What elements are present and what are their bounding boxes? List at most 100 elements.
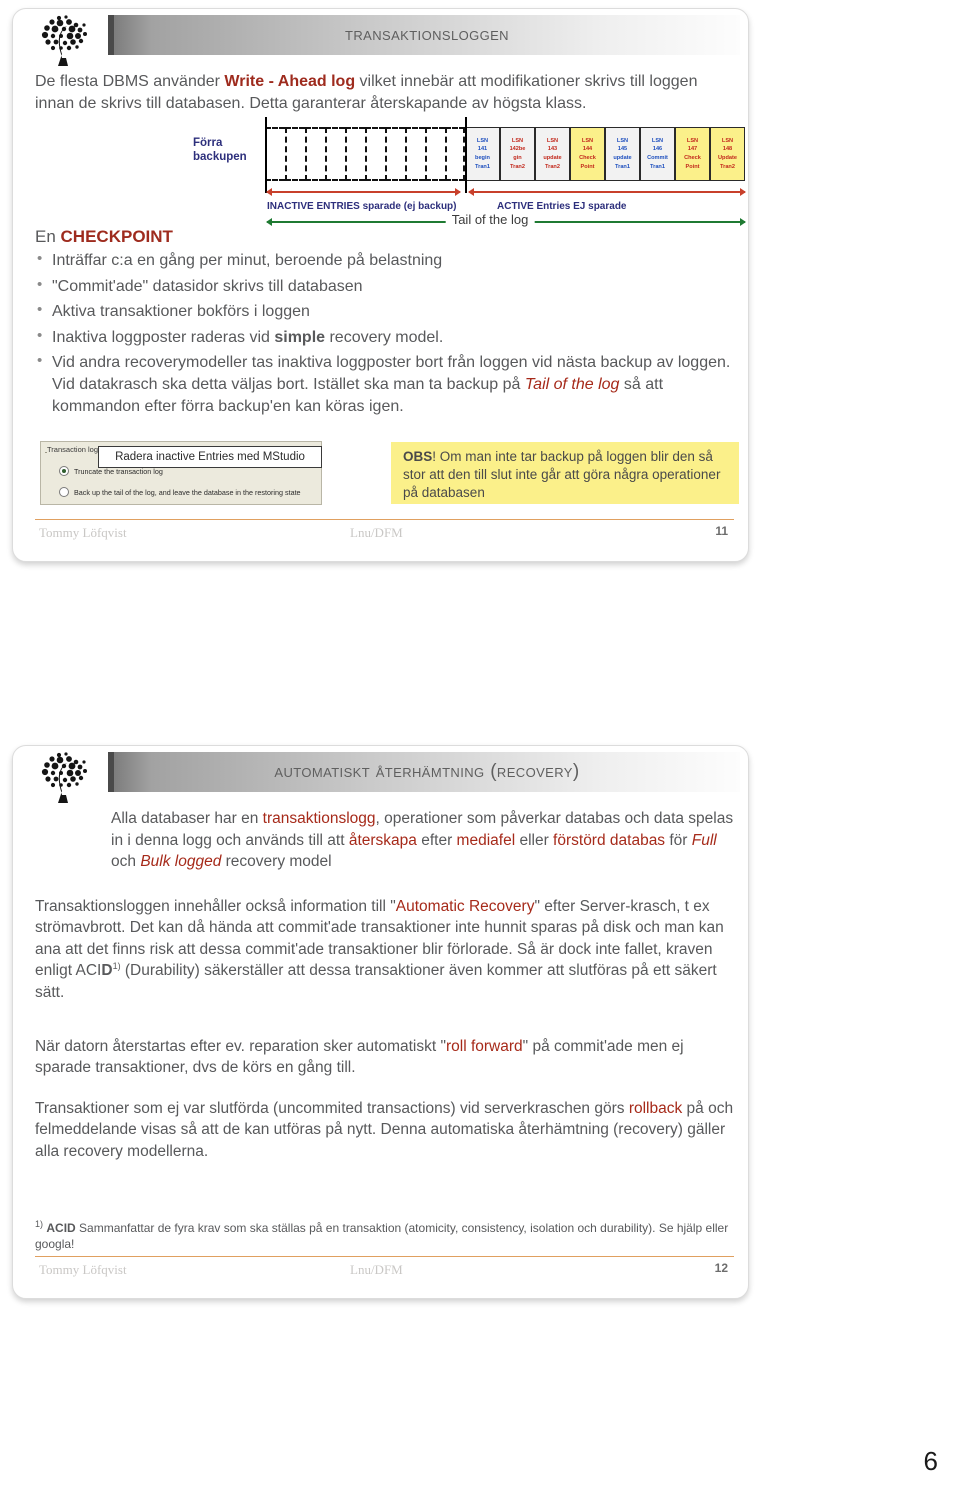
radio-button-icon[interactable] [59, 487, 69, 497]
active-range-arrow [468, 188, 746, 196]
log-entry-147: LSN 147 Check Point [675, 127, 710, 181]
log-entry-142be: LSN 142be gin Tran2 [500, 127, 535, 181]
obs-note-box: OBS! Om man inte tar backup på loggen bl… [391, 442, 739, 504]
inactive-log-cell [345, 127, 365, 181]
inactive-log-cell [385, 127, 405, 181]
footer-author: Tommy Löfqvist [39, 1262, 127, 1277]
lead-term-full: Full [691, 831, 717, 849]
inactive-entries-cells [265, 127, 465, 181]
active-entries-label: ACTIVE Entries EJ sparade [497, 201, 627, 212]
page-title: Automatiskt Återhämtning (Recovery) [274, 761, 580, 782]
footer-rule [35, 1256, 734, 1257]
log-entry-148: LSN 148 Update Tran2 [710, 127, 745, 181]
slide-transaktionsloggen: Transaktionsloggen De flesta DBMS använd… [12, 8, 749, 562]
log-entry-143: LSN 143 update Tran2 [535, 127, 570, 181]
log-strip: LSN 141 begin Tran1 LSN 142be gin Tran2 LSN 143 up… [265, 127, 745, 181]
footer-org: Lnu/DFM [350, 1262, 403, 1277]
fieldset-label: Transaction log [47, 445, 102, 454]
checkpoint-head-word: CHECKPOINT [60, 227, 173, 246]
active-boundary-line [465, 117, 467, 193]
lead-paragraph: Alla databaser har en transaktionslogg, … [111, 808, 736, 873]
inactive-log-cell [445, 127, 465, 181]
tail-of-log-label: Tail of the log [445, 212, 535, 227]
p3-term-rollback: rollback [628, 1100, 683, 1117]
intro-part1: De flesta DBMS använder [35, 73, 225, 90]
lead-f: och [111, 853, 141, 871]
lead-term-bulk-logged: Bulk logged [140, 853, 222, 871]
log-entry-141: LSN 141 begin Tran1 [465, 127, 500, 181]
radio-button-icon[interactable] [59, 466, 69, 476]
paragraph-automatic-recovery: Transaktionsloggen innehåller också info… [35, 896, 741, 1003]
bullet-emphasis: Tail of the log [524, 375, 620, 393]
inactive-entries-label: INACTIVE ENTRIES sparade (ej backup) [267, 201, 457, 212]
tree-logo-icon [37, 751, 95, 805]
checkpoint-bullet: Inaktiva loggposter raderas vid simple r… [35, 326, 735, 349]
p1-acid-d: D [101, 962, 113, 980]
checkpoint-bullet: Inträffar c:a en gång per minut, beroend… [35, 249, 735, 272]
lead-a: Alla databaser har en [111, 810, 263, 827]
inactive-log-cell [305, 127, 325, 181]
obs-label: OBS [403, 449, 433, 464]
p1-a: Transaktionsloggen innehåller också info… [35, 898, 396, 915]
p3-a: Transaktioner som ej var slutförda (unco… [35, 1100, 629, 1117]
intro-bold-term: Write - Ahead log [224, 73, 356, 90]
slide-title-bar: Transaktionsloggen [108, 15, 740, 55]
mstudio-callout: Radera inactive Entries med MStudio [98, 446, 322, 468]
lead-d: eller [515, 831, 554, 849]
slide-header: Transaktionsloggen [13, 9, 748, 68]
footnote-text: Sammanfattar de fyra krav som ska ställa… [35, 1221, 729, 1252]
slide-automatisk-recovery: Automatiskt Återhämtning (Recovery) Alla… [12, 745, 749, 1299]
lead-term-forstord-databas: förstörd databas [553, 831, 666, 849]
footer-page-number: 11 [715, 524, 728, 538]
segment-arrows: INACTIVE ENTRIES sparade (ej backup) ACT… [265, 185, 746, 212]
log-entry-145: LSN 145 update Tran1 [605, 127, 640, 181]
backup-boundary-line [265, 117, 267, 193]
inactive-log-cell [425, 127, 445, 181]
footer-page-number: 12 [714, 1261, 728, 1275]
intro-paragraph: De flesta DBMS använder Write - Ahead lo… [35, 71, 735, 115]
radio-backup-tail-label: Back up the tail of the log, and leave t… [74, 487, 301, 497]
checkpoint-heading: En CHECKPOINT [35, 227, 735, 247]
lead-term-transaktionslogg: transaktionslogg [262, 810, 376, 827]
bullet-emphasis: simple [274, 328, 326, 346]
inactive-log-cell [285, 127, 305, 181]
footer-org: Lnu/DFM [350, 525, 403, 540]
lead-term-mediafel: mediafel [456, 831, 516, 849]
p2-a: När datorn återstartas efter ev. reparat… [35, 1038, 446, 1055]
p2-term-roll-forward: roll forward [445, 1038, 523, 1055]
slide-footer: Tommy Löfqvist Lnu/DFM 11 [35, 519, 734, 545]
prev-backup-label: Förra backupen [193, 137, 247, 163]
footnote-term-acid: ACID [46, 1221, 76, 1235]
p1-term-automatic-recovery: Automatic Recovery [395, 898, 535, 915]
inactive-log-cell [405, 127, 425, 181]
checkpoint-bullet-list: Inträffar c:a en gång per minut, beroend… [35, 249, 735, 417]
active-entries-cells: LSN 141 begin Tran1 LSN 142be gin Tran2 LSN 143 up… [465, 127, 745, 181]
tree-logo-icon [37, 14, 95, 68]
checkpoint-bullet: Vid andra recoverymodeller tas inaktiva … [35, 351, 735, 417]
document-page-number: 6 [923, 1446, 938, 1476]
transaction-log-diagram: Förra backupen LSN 141 begin Tran1 LSN 142be g… [193, 117, 746, 237]
inactive-log-cell [325, 127, 345, 181]
footer-rule [35, 519, 734, 520]
checkpoint-head-prefix: En [35, 227, 61, 246]
lead-e: för [665, 831, 692, 849]
slide-footer: Tommy Löfqvist Lnu/DFM 12 [35, 1256, 734, 1282]
inactive-log-cell [365, 127, 385, 181]
page-title: Transaktionsloggen [345, 24, 509, 45]
footnote-acid: 1) ACID Sammanfattar de fyra krav som sk… [35, 1218, 741, 1252]
p1-footnote-marker: 1) [112, 961, 121, 972]
radio-backup-tail[interactable]: Back up the tail of the log, and leave t… [59, 487, 301, 497]
checkpoint-bullet: "Commit'ade" datasidor skrivs till datab… [35, 275, 735, 298]
lead-g: recovery model [221, 853, 332, 871]
log-entry-144: LSN 144 Check Point [570, 127, 605, 181]
obs-text: ! Om man inte tar backup på loggen blir … [403, 449, 721, 501]
lead-c: efter [416, 831, 457, 849]
footnote-marker: 1) [35, 1219, 44, 1229]
inactive-range-arrow [266, 188, 461, 196]
slide-title-bar: Automatiskt Återhämtning (Recovery) [108, 752, 740, 792]
log-entry-146: LSN 146 Commit Tran1 [640, 127, 675, 181]
checkpoint-section: En CHECKPOINT Inträffar c:a en gång per … [35, 227, 735, 421]
slide-header: Automatiskt Återhämtning (Recovery) [13, 746, 748, 805]
p1-c: (Durability) säkerställer att dessa tran… [35, 962, 717, 1001]
lead-term-aterskapa: återskapa [348, 831, 417, 849]
